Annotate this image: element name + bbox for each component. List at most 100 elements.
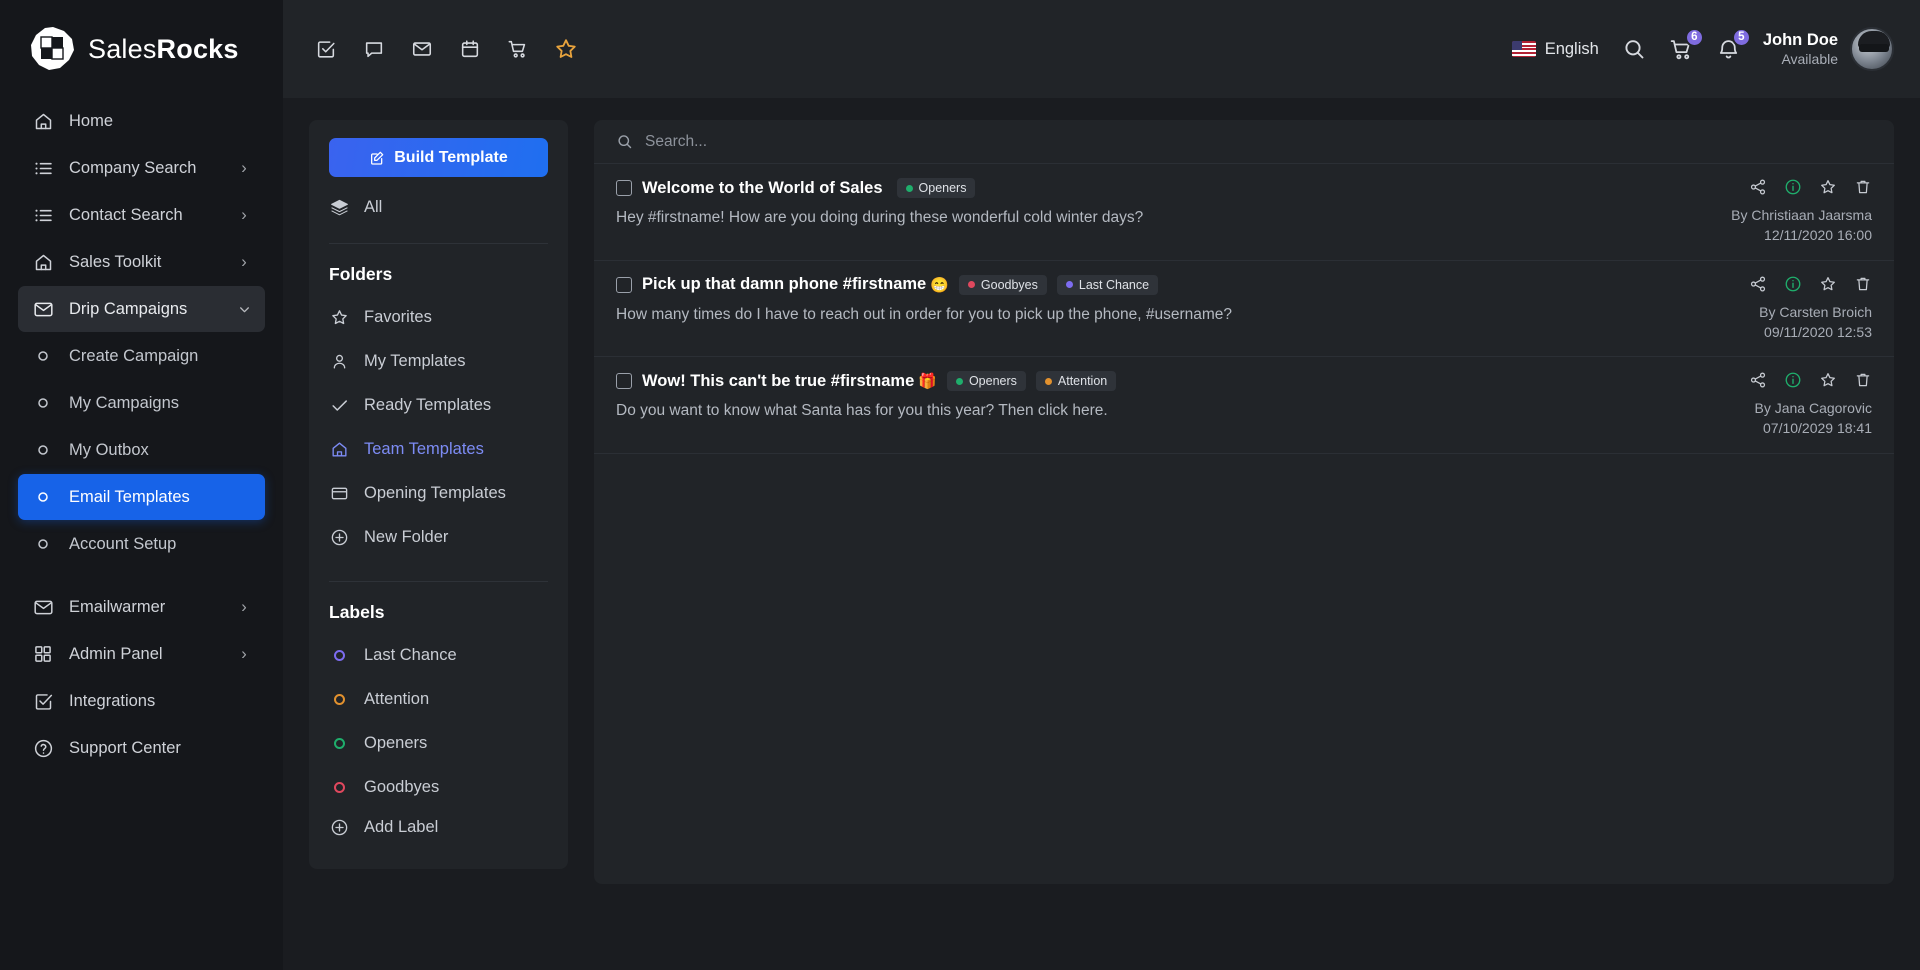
sidebar-item-support-center[interactable]: Support Center bbox=[18, 725, 265, 771]
star-icon[interactable] bbox=[1819, 275, 1837, 293]
status-badge[interactable]: Goodbyes bbox=[959, 275, 1047, 295]
sidebar-subitem-label: My Campaigns bbox=[69, 394, 179, 413]
chat-icon[interactable] bbox=[361, 36, 387, 62]
sidebar-item-company-search[interactable]: Company Search › bbox=[18, 145, 265, 191]
folder-item-my-templates[interactable]: My Templates bbox=[309, 339, 568, 383]
logo[interactable]: SalesRocks bbox=[0, 0, 283, 98]
sidebar-subitem-label: Create Campaign bbox=[69, 347, 198, 366]
folder-item-favorites[interactable]: Favorites bbox=[309, 295, 568, 339]
table-row[interactable]: Welcome to the World of Sales Openers He… bbox=[594, 164, 1894, 261]
info-icon[interactable] bbox=[1784, 275, 1802, 293]
sidebar-item-home[interactable]: Home bbox=[18, 98, 265, 144]
sidebar-item-label: Support Center bbox=[69, 739, 222, 758]
star-icon[interactable] bbox=[1819, 178, 1837, 196]
home-icon bbox=[32, 110, 54, 132]
build-template-label: Build Template bbox=[394, 149, 508, 167]
user-menu[interactable]: John Doe Available bbox=[1763, 27, 1894, 71]
notifications-button[interactable]: 5 bbox=[1716, 37, 1741, 62]
calendar-icon[interactable] bbox=[457, 36, 483, 62]
cart-badge: 6 bbox=[1685, 28, 1704, 47]
share-icon[interactable] bbox=[1749, 178, 1767, 196]
chevron-right-icon: › bbox=[237, 645, 251, 664]
table-row[interactable]: Wow! This can't be true #firstname 🎁 Ope… bbox=[594, 357, 1894, 454]
sidebar-item-email-templates[interactable]: Email Templates bbox=[18, 474, 265, 520]
label-dot-icon bbox=[329, 650, 350, 661]
label-item-attention[interactable]: Attention bbox=[309, 677, 568, 721]
checkbox-icon[interactable] bbox=[313, 36, 339, 62]
cart-button[interactable]: 6 bbox=[1669, 37, 1694, 62]
cart-icon[interactable] bbox=[505, 36, 531, 62]
build-template-button[interactable]: Build Template bbox=[329, 138, 548, 177]
folder-item-new-folder[interactable]: New Folder bbox=[309, 515, 568, 559]
row-checkbox[interactable] bbox=[616, 373, 632, 389]
info-icon[interactable] bbox=[1784, 178, 1802, 196]
templates-panel: Welcome to the World of Sales Openers He… bbox=[594, 120, 1894, 884]
sidebar-item-drip-campaigns[interactable]: Drip Campaigns bbox=[18, 286, 265, 332]
us-flag-icon bbox=[1512, 41, 1536, 57]
topbar-right: English 6 5 John Doe Available bbox=[1512, 27, 1894, 71]
sidebar-item-contact-search[interactable]: Contact Search › bbox=[18, 192, 265, 238]
tag-dot-icon bbox=[1066, 281, 1073, 288]
status-badge[interactable]: Attention bbox=[1036, 371, 1116, 391]
search-input[interactable] bbox=[645, 133, 1872, 151]
status-badge[interactable]: Openers bbox=[947, 371, 1026, 391]
trash-icon[interactable] bbox=[1854, 371, 1872, 389]
chevron-right-icon: › bbox=[237, 253, 251, 272]
sidebar-nav: Home Company Search › Contact Search › bbox=[0, 98, 283, 772]
chevron-right-icon: › bbox=[237, 598, 251, 617]
label-item-goodbyes[interactable]: Goodbyes bbox=[309, 765, 568, 809]
folder-item-label: New Folder bbox=[364, 528, 448, 547]
circle-icon bbox=[32, 397, 54, 409]
logo-text: SalesRocks bbox=[88, 34, 239, 65]
folder-item-label: My Templates bbox=[364, 352, 465, 371]
trash-icon[interactable] bbox=[1854, 275, 1872, 293]
star-icon[interactable] bbox=[553, 36, 579, 62]
folder-item-team-templates[interactable]: Team Templates bbox=[309, 427, 568, 471]
row-actions-meta: By Jana Cagorovic 07/10/2029 18:41 bbox=[1731, 371, 1872, 439]
topbar: English 6 5 John Doe Available bbox=[283, 0, 1920, 98]
avatar[interactable] bbox=[1850, 27, 1894, 71]
logo-text-light: Sales bbox=[88, 34, 157, 64]
language-selector[interactable]: English bbox=[1512, 40, 1599, 59]
label-item-last-chance[interactable]: Last Chance bbox=[309, 633, 568, 677]
status-badge[interactable]: Openers bbox=[897, 178, 976, 198]
folder-item-opening-templates[interactable]: Opening Templates bbox=[309, 471, 568, 515]
sidebar-item-label: Integrations bbox=[69, 692, 222, 711]
status-badge[interactable]: Last Chance bbox=[1057, 275, 1158, 295]
sidebar-item-emailwarmer[interactable]: Emailwarmer › bbox=[18, 584, 265, 630]
trash-icon[interactable] bbox=[1854, 178, 1872, 196]
sidebar-item-label: Drip Campaigns bbox=[69, 300, 222, 319]
template-timestamp: 09/11/2020 12:53 bbox=[1759, 322, 1872, 342]
folder-item-all[interactable]: All bbox=[309, 185, 568, 229]
label-item-openers[interactable]: Openers bbox=[309, 721, 568, 765]
label-item-label: Last Chance bbox=[364, 646, 457, 665]
info-icon[interactable] bbox=[1784, 371, 1802, 389]
share-icon[interactable] bbox=[1749, 275, 1767, 293]
table-row[interactable]: Pick up that damn phone #firstname 😁 Goo… bbox=[594, 261, 1894, 358]
share-icon[interactable] bbox=[1749, 371, 1767, 389]
sidebar-item-integrations[interactable]: Integrations bbox=[18, 678, 265, 724]
row-checkbox[interactable] bbox=[616, 277, 632, 293]
envelope-icon[interactable] bbox=[409, 36, 435, 62]
sidebar-item-my-campaigns[interactable]: My Campaigns bbox=[18, 380, 265, 426]
sidebar-item-account-setup[interactable]: Account Setup bbox=[18, 521, 265, 567]
template-content: Wow! This can't be true #firstname 🎁 Ope… bbox=[616, 371, 1731, 439]
sidebar-item-my-outbox[interactable]: My Outbox bbox=[18, 427, 265, 473]
layers-icon bbox=[329, 198, 350, 217]
sidebar-item-sales-toolkit[interactable]: Sales Toolkit › bbox=[18, 239, 265, 285]
row-meta: By Christiaan Jaarsma 12/11/2020 16:00 bbox=[1731, 205, 1872, 246]
label-item-add-label[interactable]: Add Label bbox=[309, 809, 568, 853]
row-checkbox[interactable] bbox=[616, 180, 632, 196]
sidebar-item-label: Company Search bbox=[69, 159, 222, 178]
search-icon[interactable] bbox=[1621, 36, 1647, 62]
circle-icon bbox=[32, 491, 54, 503]
tag-dot-icon bbox=[1045, 378, 1052, 385]
sidebar-item-create-campaign[interactable]: Create Campaign bbox=[18, 333, 265, 379]
sidebar-item-admin-panel[interactable]: Admin Panel › bbox=[18, 631, 265, 677]
user-icon bbox=[329, 352, 350, 371]
tag-list: Openers Attention bbox=[947, 371, 1116, 391]
folder-item-label: All bbox=[364, 198, 382, 217]
folder-item-ready-templates[interactable]: Ready Templates bbox=[309, 383, 568, 427]
template-description: Hey #firstname! How are you doing during… bbox=[616, 209, 1713, 227]
star-icon[interactable] bbox=[1819, 371, 1837, 389]
